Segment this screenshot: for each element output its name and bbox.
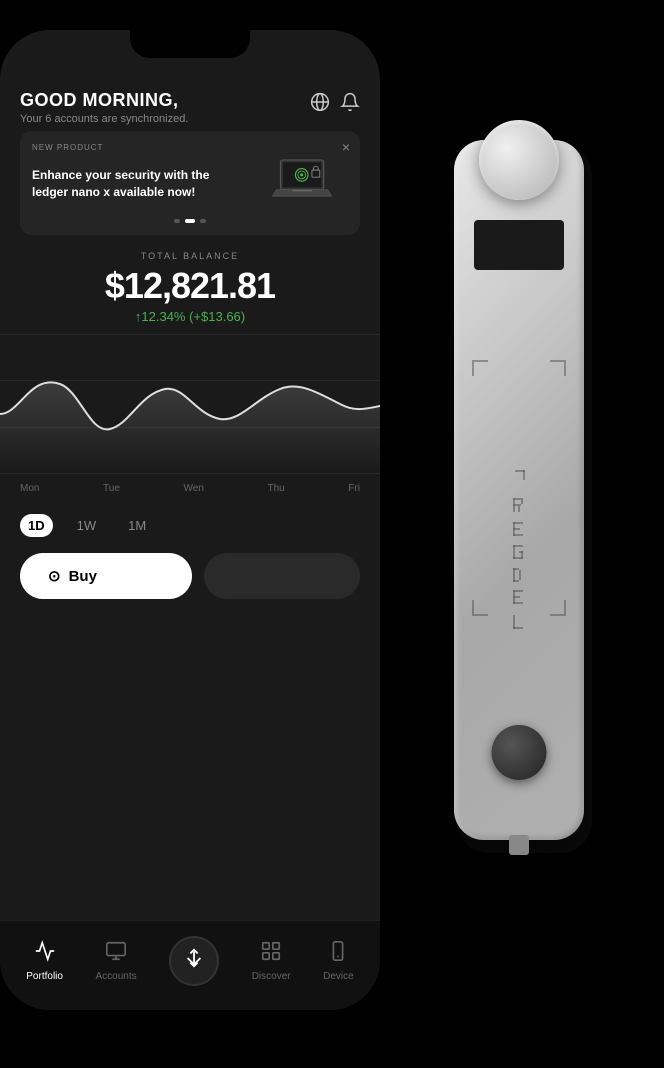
buy-button[interactable]: ⊙ Buy bbox=[20, 553, 192, 599]
banner-label: NEW PRODUCT bbox=[32, 143, 348, 152]
action-buttons: ⊙ Buy bbox=[20, 553, 360, 599]
banner-dots bbox=[32, 219, 348, 223]
chart-container: Mon Tue Wen Thu Fri bbox=[0, 334, 380, 494]
nav-center-button[interactable] bbox=[169, 936, 219, 986]
device-usb bbox=[509, 835, 529, 855]
dot-3 bbox=[200, 219, 206, 223]
balance-label: TOTAL BALANCE bbox=[20, 251, 360, 261]
nav-discover-label: Discover bbox=[252, 971, 291, 982]
time-filter-1w[interactable]: 1W bbox=[69, 514, 105, 537]
chart-svg bbox=[0, 334, 380, 474]
dot-2 bbox=[185, 219, 195, 223]
chart-label-thu: Thu bbox=[268, 483, 285, 494]
balance-change: ↑12.34% (+$13.66) bbox=[20, 309, 360, 324]
device-corner-tl bbox=[472, 360, 488, 376]
nav-device-label: Device bbox=[323, 971, 354, 982]
device-corner-tr bbox=[550, 360, 566, 376]
buy-label: Buy bbox=[69, 568, 97, 585]
close-button[interactable]: × bbox=[342, 139, 350, 155]
accounts-icon bbox=[105, 940, 127, 967]
secondary-button[interactable] bbox=[204, 553, 360, 599]
scene: GOOD MORNING, Your 6 accounts are synchr… bbox=[0, 0, 664, 1068]
nav-device[interactable]: Device bbox=[323, 940, 354, 982]
device-logo bbox=[511, 460, 527, 660]
portfolio-icon bbox=[34, 940, 56, 967]
bottom-nav: Portfolio Accounts bbox=[0, 920, 380, 1010]
device-button-bottom bbox=[492, 725, 547, 780]
phone: GOOD MORNING, Your 6 accounts are synchr… bbox=[0, 30, 380, 1010]
chart-label-mon: Mon bbox=[20, 483, 39, 494]
greeting: GOOD MORNING, bbox=[20, 90, 188, 111]
chart-label-wen: Wen bbox=[184, 483, 204, 494]
banner-content: Enhance your security with the ledger na… bbox=[32, 156, 348, 211]
balance-section: TOTAL BALANCE $12,821.81 ↑12.34% (+$13.6… bbox=[20, 251, 360, 324]
nav-transfer[interactable] bbox=[169, 936, 219, 986]
header: GOOD MORNING, Your 6 accounts are synchr… bbox=[20, 90, 360, 125]
device-corner-bl bbox=[472, 600, 488, 616]
globe-icon[interactable] bbox=[310, 92, 330, 117]
chart-labels: Mon Tue Wen Thu Fri bbox=[20, 483, 360, 494]
nav-accounts-label: Accounts bbox=[95, 971, 136, 982]
device-screen-area bbox=[474, 220, 564, 270]
nav-accounts[interactable]: Accounts bbox=[95, 940, 136, 982]
discover-icon bbox=[260, 940, 282, 967]
transfer-icon bbox=[183, 947, 205, 975]
nav-portfolio[interactable]: Portfolio bbox=[26, 940, 63, 982]
phone-notch bbox=[130, 30, 250, 58]
header-left: GOOD MORNING, Your 6 accounts are synchr… bbox=[20, 90, 188, 125]
ledger-device bbox=[394, 80, 664, 900]
banner-text: Enhance your security with the ledger na… bbox=[32, 167, 222, 201]
time-filters: 1D 1W 1M bbox=[20, 514, 360, 537]
time-filter-1d[interactable]: 1D bbox=[20, 514, 53, 537]
header-icons bbox=[310, 92, 360, 117]
balance-amount: $12,821.81 bbox=[20, 265, 360, 307]
device-icon bbox=[327, 940, 349, 967]
bell-icon[interactable] bbox=[340, 92, 360, 117]
banner-image bbox=[268, 156, 348, 211]
nav-portfolio-label: Portfolio bbox=[26, 971, 63, 982]
device-corner-br bbox=[550, 600, 566, 616]
chart-label-tue: Tue bbox=[103, 483, 120, 494]
time-filter-1m[interactable]: 1M bbox=[120, 514, 154, 537]
device-body bbox=[454, 140, 584, 840]
buy-icon: ⊙ bbox=[48, 567, 61, 585]
nav-discover[interactable]: Discover bbox=[252, 940, 291, 982]
subtitle: Your 6 accounts are synchronized. bbox=[20, 113, 188, 125]
dot-1 bbox=[174, 219, 180, 223]
chart-label-fri: Fri bbox=[348, 483, 360, 494]
device-button-top bbox=[479, 120, 559, 200]
banner: NEW PRODUCT Enhance your security with t… bbox=[20, 131, 360, 235]
phone-screen: GOOD MORNING, Your 6 accounts are synchr… bbox=[0, 30, 380, 1010]
